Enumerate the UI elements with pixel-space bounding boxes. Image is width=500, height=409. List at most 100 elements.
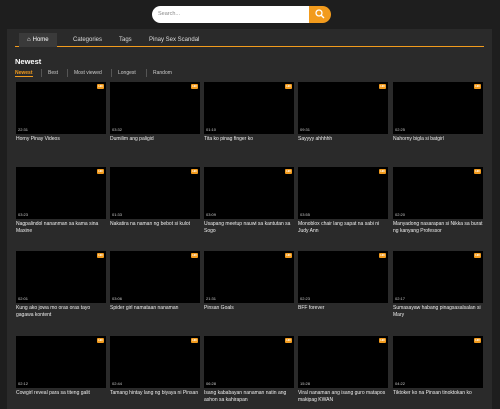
search-button[interactable] (309, 6, 331, 23)
video-thumbnail[interactable]: HD 02:23 (298, 251, 388, 303)
video-title[interactable]: Tamang hintay lang ng biyaya ni Pinsan (110, 390, 202, 397)
hd-badge: HD (285, 338, 292, 343)
video-thumbnail[interactable]: HD 09:31 (298, 82, 388, 134)
video-title[interactable]: Cowgirl reveal para sa titeng galit (16, 390, 108, 397)
video-duration: 03:06 (112, 296, 123, 301)
video-duration: 15:28 (300, 381, 311, 386)
video-title[interactable]: Spider girl namataan nanaman (110, 305, 202, 312)
hd-badge: HD (474, 338, 481, 343)
section-title: Newest (15, 57, 42, 66)
sort-newest[interactable]: Newest (15, 69, 33, 77)
hd-badge: HD (379, 253, 386, 258)
video-thumbnail[interactable]: HD 22:31 (16, 82, 106, 134)
top-bar: Search... (0, 0, 500, 29)
video-thumbnail[interactable]: HD 06:28 (204, 336, 294, 388)
sort-best[interactable]: Best (48, 69, 58, 77)
video-thumbnail[interactable]: HD 02:17 (393, 251, 483, 303)
video-thumbnail[interactable]: HD 02:25 (393, 82, 483, 134)
video-title[interactable]: Monoblox chair lang sapat na sabi ni Jud… (298, 221, 390, 235)
hd-badge: HD (97, 338, 104, 343)
nav-pinay-sex-scandal[interactable]: Pinay Sex Scandal (141, 33, 207, 47)
video-thumbnail[interactable]: HD 02:01 (16, 251, 106, 303)
video-thumbnail[interactable]: HD 02:44 (110, 336, 200, 388)
video-duration: 01:33 (112, 212, 123, 217)
hd-badge: HD (97, 169, 104, 174)
video-title[interactable]: Usapang meetup nauwi sa kantutan sa Sogo (204, 221, 296, 235)
hd-badge: HD (285, 169, 292, 174)
video-title[interactable]: Sumasayaw habang pinagsasalsalan si Mary (393, 305, 485, 319)
video-title[interactable]: Viral nanaman ang isang guro matapos mak… (298, 390, 390, 404)
video-thumbnail[interactable]: HD 02:12 (16, 336, 106, 388)
video-duration: 01:10 (206, 127, 217, 132)
hd-badge: HD (97, 253, 104, 258)
video-duration: 03:23 (18, 212, 29, 217)
video-thumbnail[interactable]: HD 03:32 (110, 82, 200, 134)
video-title[interactable]: Nakatira na naman ng bebot si kulot (110, 221, 202, 228)
hd-badge: HD (191, 253, 198, 258)
video-duration: 02:17 (395, 296, 406, 301)
video-title[interactable]: Sayyyy ahhhhh (298, 136, 390, 143)
hd-badge: HD (474, 169, 481, 174)
video-duration: 03:32 (112, 127, 123, 132)
main-nav: ⌂ Home Categories Tags Pinay Sex Scandal (15, 33, 484, 47)
video-title[interactable]: Kung ako jowa mo oras oras tayo gagawa k… (16, 305, 108, 319)
sort-divider (146, 69, 147, 77)
video-thumbnail[interactable]: HD 03:09 (204, 167, 294, 219)
video-title[interactable]: BFF forever (298, 305, 390, 312)
hd-badge: HD (191, 84, 198, 89)
video-thumbnail[interactable]: HD 03:23 (16, 167, 106, 219)
hd-badge: HD (191, 169, 198, 174)
nav-tags[interactable]: Tags (111, 33, 140, 47)
hd-badge: HD (379, 338, 386, 343)
video-duration: 21:31 (206, 296, 217, 301)
video-thumbnail[interactable]: HD 15:28 (298, 336, 388, 388)
video-title[interactable]: Manyadong nasarapan si Nikka sa burat ng… (393, 221, 485, 235)
hd-badge: HD (191, 338, 198, 343)
video-duration: 09:31 (300, 127, 311, 132)
video-duration: 02:01 (18, 296, 29, 301)
video-title[interactable]: Tita ko pinag finger ko (204, 136, 296, 143)
video-duration: 02:25 (395, 127, 406, 132)
hd-badge: HD (474, 253, 481, 258)
hd-badge: HD (285, 84, 292, 89)
home-icon: ⌂ (27, 37, 31, 43)
video-thumbnail[interactable]: HD 03:06 (110, 251, 200, 303)
video-duration: 04:22 (395, 381, 406, 386)
video-thumbnail[interactable]: HD 03:55 (298, 167, 388, 219)
video-title[interactable]: Pinsan Goals (204, 305, 296, 312)
video-thumbnail[interactable]: HD 01:10 (204, 82, 294, 134)
sort-random[interactable]: Random (153, 69, 172, 77)
nav-categories[interactable]: Categories (65, 33, 110, 47)
video-duration: 03:55 (300, 212, 311, 217)
video-thumbnail[interactable]: HD 02:20 (393, 167, 483, 219)
video-title[interactable]: Nagpalindol nananman sa kama sina Maxine (16, 221, 108, 235)
video-thumbnail[interactable]: HD 04:22 (393, 336, 483, 388)
nav-home-label: Home (32, 37, 49, 43)
video-duration: 02:12 (18, 381, 29, 386)
nav-home[interactable]: ⌂ Home (19, 33, 57, 47)
sort-divider (111, 69, 112, 77)
main-content: ⌂ Home Categories Tags Pinay Sex Scandal … (7, 29, 492, 409)
video-thumbnail[interactable]: HD 21:31 (204, 251, 294, 303)
sort-most-viewed[interactable]: Most viewed (74, 69, 102, 77)
search-input[interactable]: Search... (152, 6, 310, 23)
hd-badge: HD (285, 253, 292, 258)
sort-divider (41, 69, 42, 77)
video-title[interactable]: Horny Pinay Videos (16, 136, 108, 143)
hd-badge: HD (97, 84, 104, 89)
video-title[interactable]: Tiktoker ko na Pinsan tinoktokan ko (393, 390, 485, 397)
search-icon (315, 9, 325, 19)
video-title[interactable]: Isang kababayan nanaman natin ang ashon … (204, 390, 296, 404)
sort-divider (67, 69, 68, 77)
video-duration: 22:31 (18, 127, 29, 132)
hd-badge: HD (379, 169, 386, 174)
video-title[interactable]: Dumilim ang paligid (110, 136, 202, 143)
hd-badge: HD (474, 84, 481, 89)
video-title[interactable]: Nahorny bigla si batgirl (393, 136, 485, 143)
video-duration: 02:20 (395, 212, 406, 217)
hd-badge: HD (379, 84, 386, 89)
video-duration: 02:23 (300, 296, 311, 301)
sort-longest[interactable]: Longest (118, 69, 136, 77)
video-thumbnail[interactable]: HD 01:33 (110, 167, 200, 219)
video-duration: 03:09 (206, 212, 217, 217)
